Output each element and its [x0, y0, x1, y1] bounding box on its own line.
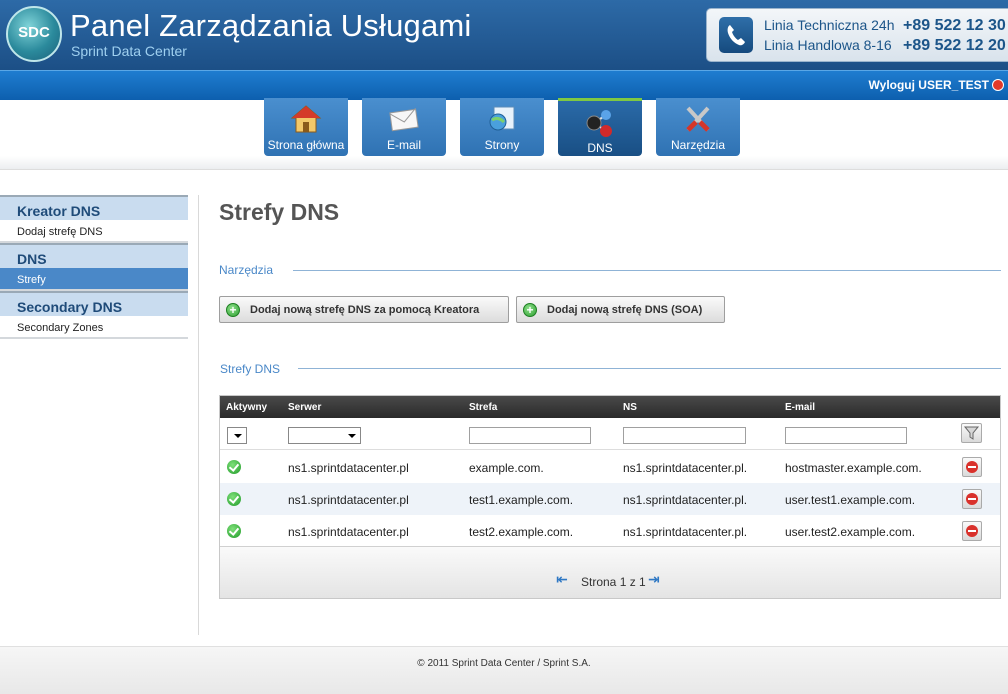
server-filter-select[interactable] — [288, 427, 361, 444]
ns-filter-input[interactable] — [623, 427, 746, 444]
tab-pages[interactable]: Strony — [460, 98, 544, 156]
sidebar-divider — [198, 195, 199, 635]
sales-line-label: Linia Handlowa 8-16 — [764, 37, 892, 53]
cell-ns: ns1.sprintdatacenter.pl. — [623, 493, 748, 507]
col-ns[interactable]: NS — [623, 402, 637, 413]
cell-server: ns1.sprintdatacenter.pl — [288, 493, 409, 507]
tools-divider — [293, 270, 1001, 271]
zone-filter-input[interactable] — [469, 427, 591, 444]
phone-icon — [719, 17, 753, 53]
logout-label[interactable]: Wyloguj USER_TEST — [869, 78, 989, 92]
tab-home[interactable]: Strona główna — [264, 98, 348, 156]
active-check-icon — [227, 492, 241, 506]
table-row[interactable]: ns1.sprintdatacenter.pl example.com. ns1… — [220, 451, 1000, 483]
cell-zone: example.com. — [469, 461, 544, 475]
page-title: Strefy DNS — [219, 199, 340, 225]
add-zone-soa-button[interactable]: + Dodaj nową strefę DNS (SOA) — [516, 296, 725, 323]
tech-line: Linia Techniczna 24h +89 522 12 30 — [764, 17, 1006, 34]
envelope-icon — [389, 107, 419, 132]
app-title: Panel Zarządzania Usługami — [70, 8, 472, 43]
sidebar-group-dns-wizard: Kreator DNS — [0, 195, 188, 220]
delete-button[interactable] — [962, 489, 982, 509]
network-nodes-icon — [586, 110, 612, 137]
col-server[interactable]: Serwer — [288, 402, 321, 413]
last-page-icon[interactable]: ⇥ — [648, 571, 660, 588]
dns-zones-table: Aktywny Serwer Strefa NS E-mail ns1.spri… — [219, 395, 1001, 599]
tab-email[interactable]: E-mail — [362, 98, 446, 156]
add-zone-wizard-button[interactable]: + Dodaj nową strefę DNS za pomocą Kreato… — [219, 296, 509, 323]
sales-line: Linia Handlowa 8-16 +89 522 12 20 — [764, 37, 1006, 54]
house-icon — [290, 105, 322, 133]
tools-icon — [686, 106, 710, 132]
sidebar-item-add-zone[interactable]: Dodaj strefę DNS — [0, 220, 188, 243]
webpage-icon — [489, 106, 515, 131]
table-row[interactable]: ns1.sprintdatacenter.pl test2.example.co… — [220, 515, 1000, 547]
filter-button[interactable] — [961, 423, 982, 443]
tech-line-phone: +89 522 12 30 — [903, 17, 1006, 34]
tab-dns[interactable]: DNS — [558, 98, 642, 156]
logo-text: SDC — [18, 24, 50, 41]
app-subtitle: Sprint Data Center — [71, 43, 187, 59]
logout-link[interactable]: Wyloguj USER_TEST — [869, 78, 1004, 92]
cell-email: hostmaster.example.com. — [785, 461, 922, 475]
active-filter-select[interactable] — [227, 427, 247, 444]
add-zone-soa-label: Dodaj nową strefę DNS (SOA) — [547, 304, 703, 316]
add-zone-wizard-label: Dodaj nową strefę DNS za pomocą Kreatora — [250, 304, 480, 316]
tab-dns-label: DNS — [587, 141, 613, 155]
col-active[interactable]: Aktywny — [226, 402, 267, 413]
filter-row — [220, 418, 1000, 450]
delete-button[interactable] — [962, 521, 982, 541]
cell-server: ns1.sprintdatacenter.pl — [288, 461, 409, 475]
col-zone[interactable]: Strefa — [469, 402, 497, 413]
power-icon[interactable] — [992, 79, 1004, 91]
plus-icon: + — [523, 303, 537, 317]
tab-tools-label: Narzędzia — [670, 138, 726, 152]
user-bar: Wyloguj USER_TEST — [0, 70, 1008, 100]
sales-line-phone: +89 522 12 20 — [903, 37, 1006, 54]
chevron-down-icon — [234, 434, 242, 438]
pager: ⇤ Strona 1 z 1 ⇥ — [220, 546, 1000, 598]
tab-tools[interactable]: Narzędzia — [656, 98, 740, 156]
tab-pages-label: Strony — [484, 138, 520, 152]
active-check-icon — [227, 524, 241, 538]
col-email[interactable]: E-mail — [785, 402, 815, 413]
plus-icon: + — [226, 303, 240, 317]
cell-server: ns1.sprintdatacenter.pl — [288, 525, 409, 539]
cell-zone: test2.example.com. — [469, 525, 574, 539]
support-phone-box: Linia Techniczna 24h +89 522 12 30 Linia… — [706, 8, 1008, 62]
footer: © 2011 Sprint Data Center / Sprint S.A. — [0, 646, 1008, 694]
tools-section-label: Narzędzia — [219, 263, 274, 277]
zones-section-label: Strefy DNS — [220, 362, 281, 376]
active-check-icon — [227, 460, 241, 474]
sidebar-group-secondary-dns: Secondary DNS — [0, 291, 188, 316]
delete-icon — [966, 493, 978, 505]
footer-copyright: © 2011 Sprint Data Center / Sprint S.A. — [417, 658, 591, 669]
delete-icon — [966, 461, 978, 473]
sidebar-item-zones[interactable]: Strefy — [0, 268, 188, 291]
cell-ns: ns1.sprintdatacenter.pl. — [623, 461, 748, 475]
cell-zone: test1.example.com. — [469, 493, 574, 507]
zones-divider — [298, 368, 1001, 369]
nav-band — [0, 156, 1008, 170]
delete-icon — [966, 525, 978, 537]
chevron-down-icon — [348, 434, 356, 438]
sidebar-item-secondary-zones[interactable]: Secondary Zones — [0, 316, 188, 339]
first-page-icon[interactable]: ⇤ — [556, 571, 568, 588]
tech-line-label: Linia Techniczna 24h — [764, 17, 895, 33]
funnel-icon — [963, 426, 980, 440]
cell-email: user.test2.example.com. — [785, 525, 916, 539]
email-filter-input[interactable] — [785, 427, 907, 444]
sidebar-group-dns: DNS — [0, 243, 188, 268]
tab-home-label: Strona główna — [267, 138, 345, 152]
cell-ns: ns1.sprintdatacenter.pl. — [623, 525, 748, 539]
app-header: SDC Panel Zarządzania Usługami Sprint Da… — [0, 0, 1008, 70]
table-header: Aktywny Serwer Strefa NS E-mail — [220, 396, 1000, 418]
sidebar: Kreator DNS Dodaj strefę DNS DNS Strefy … — [0, 195, 188, 339]
cell-email: user.test1.example.com. — [785, 493, 916, 507]
tab-email-label: E-mail — [386, 138, 421, 152]
delete-button[interactable] — [962, 457, 982, 477]
pager-text: Strona 1 z 1 — [581, 575, 646, 589]
table-row[interactable]: ns1.sprintdatacenter.pl test1.example.co… — [220, 483, 1000, 515]
